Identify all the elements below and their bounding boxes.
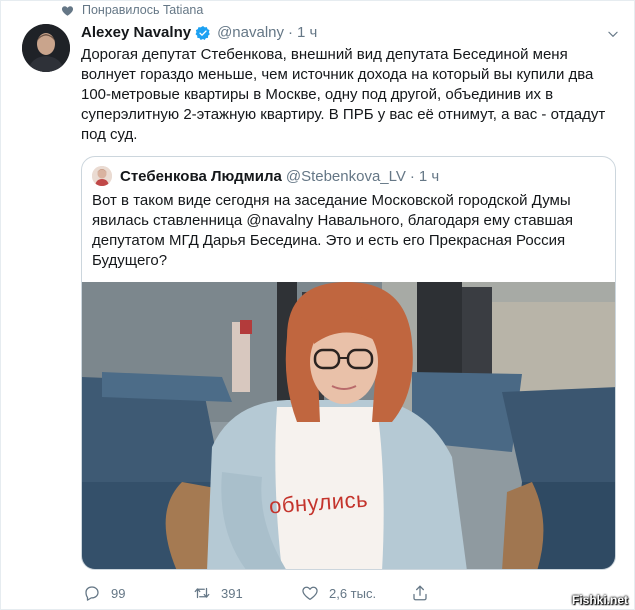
- quoted-tweet-header: Стебенкова Людмила @Stebenkova_LV · 1 ч: [92, 166, 439, 186]
- quoted-author-name[interactable]: Стебенкова Людмила: [120, 168, 282, 185]
- verified-badge-icon: [195, 25, 210, 40]
- retweet-icon: [194, 587, 210, 599]
- quoted-author-handle[interactable]: @Stebenkova_LV: [286, 168, 406, 185]
- tweet-timestamp[interactable]: 1 ч: [297, 24, 317, 41]
- separator-dot: ·: [409, 167, 415, 185]
- like-count: 2,6 тыс.: [329, 585, 377, 601]
- tweet-card[interactable]: Понравилось Tatiana Alexey Navalny @nava…: [0, 0, 635, 610]
- heart-icon: [61, 5, 74, 16]
- quoted-tweet-photo[interactable]: обнулись: [82, 282, 615, 569]
- author-avatar[interactable]: [22, 24, 70, 72]
- reply-button[interactable]: 99: [81, 584, 193, 602]
- author-name[interactable]: Alexey Navalny: [81, 24, 191, 41]
- quoted-author-avatar[interactable]: [92, 166, 112, 186]
- retweet-button[interactable]: 391: [193, 584, 301, 602]
- avatar-image: [22, 24, 70, 72]
- tweet-header: Alexey Navalny @navalny · 1 ч: [81, 24, 317, 41]
- share-button[interactable]: [411, 584, 451, 602]
- reply-count: 99: [111, 585, 126, 601]
- chevron-down-icon[interactable]: [606, 27, 620, 41]
- quoted-tweet[interactable]: Стебенкова Людмила @Stebenkova_LV · 1 ч …: [81, 156, 616, 570]
- reply-icon: [85, 586, 99, 601]
- quoted-tweet-timestamp[interactable]: 1 ч: [419, 168, 439, 185]
- like-button[interactable]: 2,6 тыс.: [301, 584, 411, 602]
- share-icon: [413, 585, 427, 601]
- tweet-actions: 99 391 2,6 тыс.: [81, 579, 621, 607]
- quoted-tweet-text: Вот в таком виде сегодня на заседание Мо…: [92, 192, 574, 269]
- watermark: Fishki.net: [571, 593, 628, 607]
- separator-dot: ·: [288, 24, 294, 41]
- retweet-count: 391: [221, 585, 243, 601]
- author-handle[interactable]: @navalny: [217, 24, 284, 41]
- tweet-text: Дорогая депутат Стебенкова, внешний вид …: [81, 46, 606, 143]
- like-heart-icon: [302, 586, 318, 601]
- social-context-text: Понравилось Tatiana: [82, 3, 204, 17]
- social-context: Понравилось Tatiana: [61, 3, 203, 17]
